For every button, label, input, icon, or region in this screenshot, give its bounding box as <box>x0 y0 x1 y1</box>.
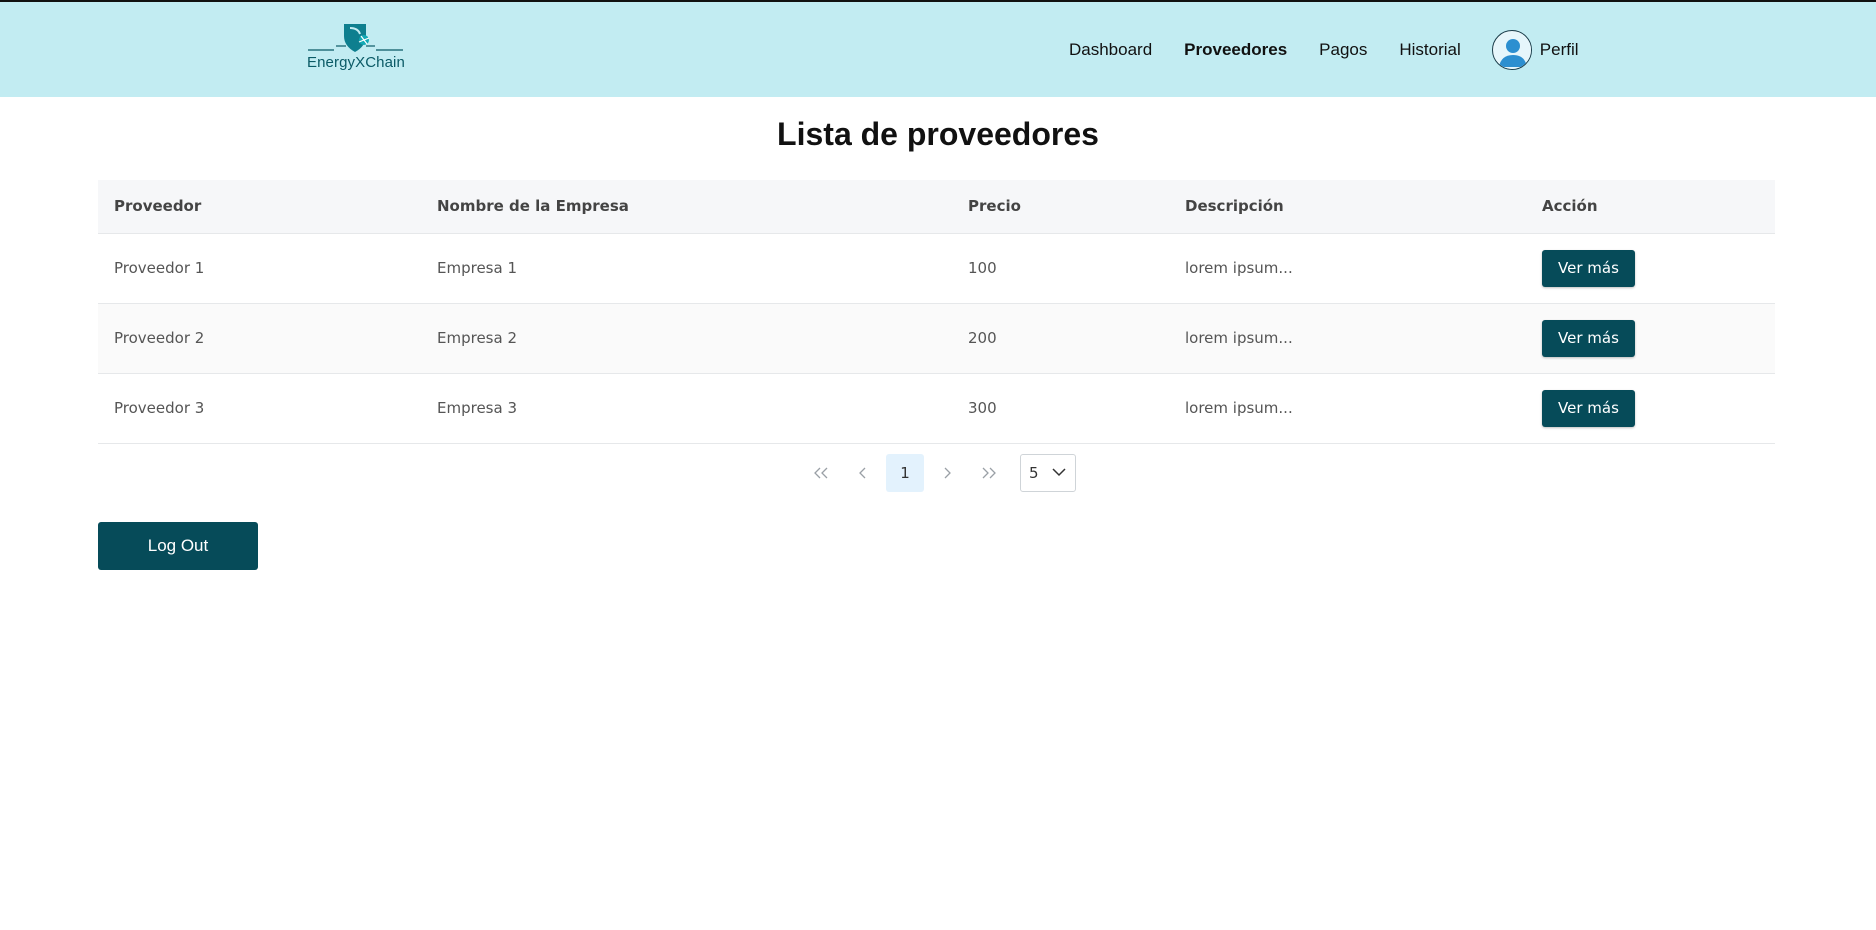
brand-logo[interactable]: EnergyXChain <box>306 22 406 74</box>
prev-page-button[interactable] <box>844 454 882 492</box>
logout-button[interactable]: Log Out <box>98 522 258 570</box>
rows-per-page-select[interactable]: 5 <box>1020 454 1076 492</box>
cell-descripcion: lorem ipsum... <box>1185 259 1293 277</box>
nav-proveedores[interactable]: Proveedores <box>1184 40 1287 60</box>
nav-historial[interactable]: Historial <box>1399 40 1460 60</box>
last-page-button[interactable] <box>970 454 1008 492</box>
table-row: Proveedor 1 Empresa 1 100 lorem ipsum...… <box>98 233 1775 303</box>
providers-table: Proveedor Nombre de la Empresa Precio De… <box>98 180 1775 444</box>
cell-precio: 200 <box>968 329 997 347</box>
column-header-proveedor: Proveedor <box>98 180 421 234</box>
cell-proveedor: Proveedor 3 <box>114 399 205 417</box>
cell-empresa: Empresa 3 <box>437 399 517 417</box>
column-header-precio: Precio <box>952 180 1169 234</box>
nav-pagos[interactable]: Pagos <box>1319 40 1367 60</box>
double-chevron-right-icon <box>982 467 996 479</box>
ver-mas-button[interactable]: Ver más <box>1542 319 1635 357</box>
cell-precio: 100 <box>968 259 997 277</box>
chevron-down-icon <box>1052 468 1066 477</box>
cell-empresa: Empresa 1 <box>437 259 517 277</box>
pagination: 1 5 <box>802 454 1076 492</box>
cell-accion: Ver más <box>1526 303 1775 373</box>
column-header-accion: Acción <box>1526 180 1775 234</box>
ver-mas-button[interactable]: Ver más <box>1542 389 1635 427</box>
page-button-current[interactable]: 1 <box>886 454 924 492</box>
cell-accion: Ver más <box>1526 233 1775 303</box>
cell-precio: 300 <box>968 399 997 417</box>
cell-accion: Ver más <box>1526 373 1775 443</box>
user-avatar-icon <box>1491 29 1532 70</box>
nav-dashboard[interactable]: Dashboard <box>1069 40 1152 60</box>
ver-mas-button[interactable]: Ver más <box>1542 249 1635 287</box>
nav-profile-label: Perfil <box>1539 39 1579 59</box>
brand-name: EnergyXChain <box>307 54 405 71</box>
next-page-button[interactable] <box>928 454 966 492</box>
column-header-empresa: Nombre de la Empresa <box>421 180 952 234</box>
cell-proveedor: Proveedor 2 <box>114 329 205 347</box>
table-row: Proveedor 2 Empresa 2 200 lorem ipsum...… <box>98 303 1775 373</box>
cell-descripcion: lorem ipsum... <box>1185 399 1293 417</box>
rows-per-page-value: 5 <box>1029 464 1039 482</box>
shield-bolt-icon <box>308 24 403 52</box>
page-title: Lista de proveedores <box>777 116 1099 152</box>
chevron-left-icon <box>859 467 866 479</box>
first-page-button[interactable] <box>802 454 840 492</box>
navbar: EnergyXChain Dashboard Proveedores Pagos… <box>0 2 1876 97</box>
double-chevron-left-icon <box>814 467 828 479</box>
table-row: Proveedor 3 Empresa 3 300 lorem ipsum...… <box>98 373 1775 443</box>
table-header-row: Proveedor Nombre de la Empresa Precio De… <box>98 180 1775 234</box>
chevron-right-icon <box>944 467 951 479</box>
main-nav: Dashboard Proveedores Pagos Historial Pe… <box>1069 2 1579 97</box>
column-header-descripcion: Descripción <box>1169 180 1526 234</box>
cell-descripcion: lorem ipsum... <box>1185 329 1293 347</box>
nav-profile[interactable]: Perfil <box>1491 29 1579 70</box>
cell-proveedor: Proveedor 1 <box>114 259 205 277</box>
cell-empresa: Empresa 2 <box>437 329 517 347</box>
